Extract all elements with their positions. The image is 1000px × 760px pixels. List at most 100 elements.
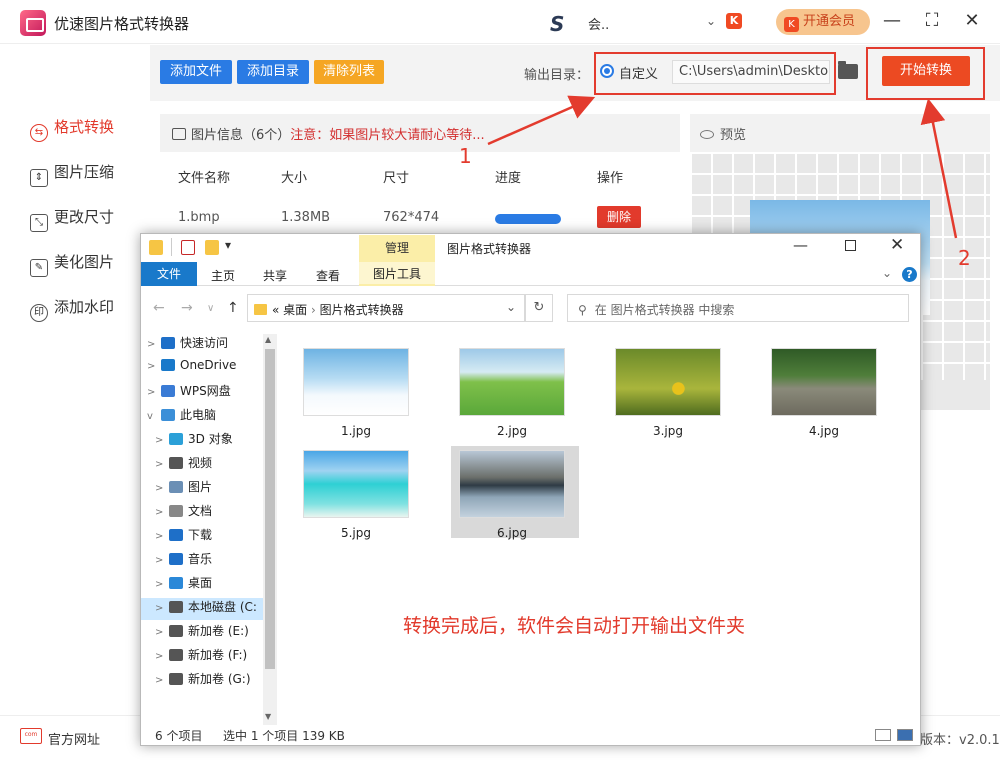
file-thumbnail[interactable] (771, 348, 877, 416)
vip-label: 开通会员 (803, 14, 856, 29)
expand-arrow-icon[interactable]: > (155, 651, 169, 662)
breadcrumb-desktop[interactable]: 桌面 (283, 303, 307, 317)
maximize-button[interactable]: ⛶ (922, 10, 942, 31)
file-thumbnail[interactable] (303, 450, 409, 518)
expand-arrow-icon[interactable]: > (155, 675, 169, 686)
add-file-button[interactable]: 添加文件 (160, 60, 232, 84)
minimize-button[interactable]: — (882, 10, 902, 31)
sidebar-item-compress[interactable]: ⇕ 图片压缩 (30, 161, 140, 187)
scroll-up-icon[interactable]: ▲ (265, 335, 271, 344)
tree-item[interactable]: > 文档 (141, 502, 263, 524)
chevron-down-icon[interactable]: ⌄ (506, 300, 516, 314)
tree-item[interactable]: v 此电脑 (141, 406, 263, 428)
sidebar-item-resize[interactable]: ⤡ 更改尺寸 (30, 206, 140, 232)
expand-arrow-icon[interactable]: > (147, 339, 161, 350)
up-arrow-icon[interactable]: ↑ (227, 300, 239, 316)
tree-item[interactable]: > 快速访问 (141, 334, 263, 356)
minimize-button[interactable]: — (793, 236, 808, 254)
expand-arrow-icon[interactable]: > (155, 507, 169, 518)
breadcrumb-folder[interactable]: 图片格式转换器 (320, 303, 404, 317)
vip-badge-icon: K (726, 13, 742, 29)
scroll-down-icon[interactable]: ▼ (265, 712, 271, 721)
close-button[interactable]: ✕ (890, 235, 904, 255)
file-name-label[interactable]: 4.jpg (771, 424, 877, 438)
tree-item[interactable]: > 本地磁盘 (C: (141, 598, 263, 620)
add-directory-button[interactable]: 添加目录 (237, 60, 309, 84)
forward-arrow-icon[interactable]: → (181, 300, 193, 316)
tree-item-label: 3D 对象 (188, 432, 233, 446)
tree-item[interactable]: >3D 对象 (141, 430, 263, 452)
explorer-titlebar: ▾ 管理 图片格式转换器 — ✕ (141, 234, 920, 262)
tab-home[interactable]: 主页 (211, 267, 235, 284)
file-name-label[interactable]: 3.jpg (615, 424, 721, 438)
recent-dropdown-icon[interactable]: ∨ (207, 303, 214, 314)
tree-item[interactable]: > 新加卷 (E:) (141, 622, 263, 644)
file-name-label[interactable]: 5.jpg (303, 526, 409, 540)
chevron-down-icon[interactable]: ⌄ (706, 14, 716, 28)
ribbon-expand-icon[interactable]: ⌄ (882, 266, 892, 280)
properties-icon[interactable] (181, 240, 195, 255)
expand-arrow-icon[interactable]: > (155, 435, 169, 446)
tab-view[interactable]: 查看 (316, 267, 340, 284)
sidebar-item-watermark[interactable]: 印添加水印 (30, 296, 140, 322)
file-thumbnail[interactable] (459, 348, 565, 416)
details-view-icon[interactable] (875, 729, 891, 741)
file-thumbnail[interactable] (459, 450, 565, 518)
search-input[interactable]: ⚲ 在 图片格式转换器 中搜索 (567, 294, 909, 322)
file-name-label[interactable]: 2.jpg (459, 424, 565, 438)
output-path-input[interactable]: C:\Users\admin\Desktop (672, 60, 830, 84)
back-arrow-icon[interactable]: ← (153, 300, 165, 316)
expand-arrow-icon[interactable]: > (147, 361, 161, 372)
breadcrumb-prefix[interactable]: « (272, 303, 279, 317)
tree-item[interactable]: > WPS网盘 (141, 382, 263, 404)
tab-image-tools[interactable]: 图片工具 (359, 262, 435, 286)
open-vip-button[interactable]: K 开通会员 (776, 9, 870, 35)
tree-item[interactable]: > 音乐 (141, 550, 263, 572)
new-folder-icon[interactable] (205, 240, 219, 255)
file-name-label[interactable]: 1.jpg (303, 424, 409, 438)
quick-access-dropdown-icon[interactable]: ▾ (225, 238, 231, 252)
clear-list-button[interactable]: 清除列表 (314, 60, 384, 84)
expand-arrow-icon[interactable]: v (147, 411, 161, 422)
output-dir-label: 输出目录： (524, 68, 590, 83)
folder-icon[interactable] (838, 61, 858, 79)
address-bar[interactable]: « 桌面 › 图片格式转换器 ⌄ (247, 294, 525, 322)
tab-share[interactable]: 共享 (263, 267, 287, 284)
close-button[interactable]: ✕ (962, 10, 982, 31)
file-thumbnail[interactable] (303, 348, 409, 416)
expand-arrow-icon[interactable]: > (155, 483, 169, 494)
help-icon[interactable]: ? (902, 267, 917, 282)
file-name-label[interactable]: 6.jpg (459, 526, 565, 540)
delete-button[interactable]: 删除 (597, 206, 641, 228)
tree-item[interactable]: > 桌面 (141, 574, 263, 596)
file-thumbnail[interactable] (615, 348, 721, 416)
tab-file[interactable]: 文件 (141, 262, 197, 286)
expand-arrow-icon[interactable]: > (155, 603, 169, 614)
user-avatar[interactable]: S (550, 12, 576, 36)
user-name[interactable]: 会.. (588, 14, 609, 33)
thumbnail-view-icon[interactable] (897, 729, 913, 741)
tree-item[interactable]: > OneDrive (141, 358, 263, 380)
sidebar-item-format-convert[interactable]: ⇆ 格式转换 (30, 116, 140, 142)
sidebar-item-beautify[interactable]: ✎ 美化图片 (30, 251, 140, 277)
start-convert-button[interactable]: 开始转换 (882, 56, 970, 86)
expand-arrow-icon[interactable]: > (155, 531, 169, 542)
tab-manage[interactable]: 管理 (359, 235, 435, 262)
expand-arrow-icon[interactable]: > (155, 627, 169, 638)
tree-item[interactable]: > 新加卷 (F:) (141, 646, 263, 668)
custom-radio[interactable] (600, 64, 614, 78)
expand-arrow-icon[interactable]: > (155, 555, 169, 566)
expand-arrow-icon[interactable]: > (155, 459, 169, 470)
expand-arrow-icon[interactable]: > (147, 387, 161, 398)
tree-item[interactable]: > 图片 (141, 478, 263, 500)
sidebar-item-label: 图片压缩 (54, 163, 115, 181)
scrollbar-thumb[interactable] (265, 349, 275, 669)
refresh-button[interactable]: ↻ (525, 294, 553, 322)
tree-item[interactable]: > 新加卷 (G:) (141, 670, 263, 692)
tree-item[interactable]: > 视频 (141, 454, 263, 476)
sidebar-item-label: 美化图片 (54, 253, 115, 271)
expand-arrow-icon[interactable]: > (155, 579, 169, 590)
maximize-button[interactable] (845, 240, 856, 251)
official-site-link[interactable]: 官方网址 (48, 729, 100, 748)
tree-item[interactable]: > 下载 (141, 526, 263, 548)
